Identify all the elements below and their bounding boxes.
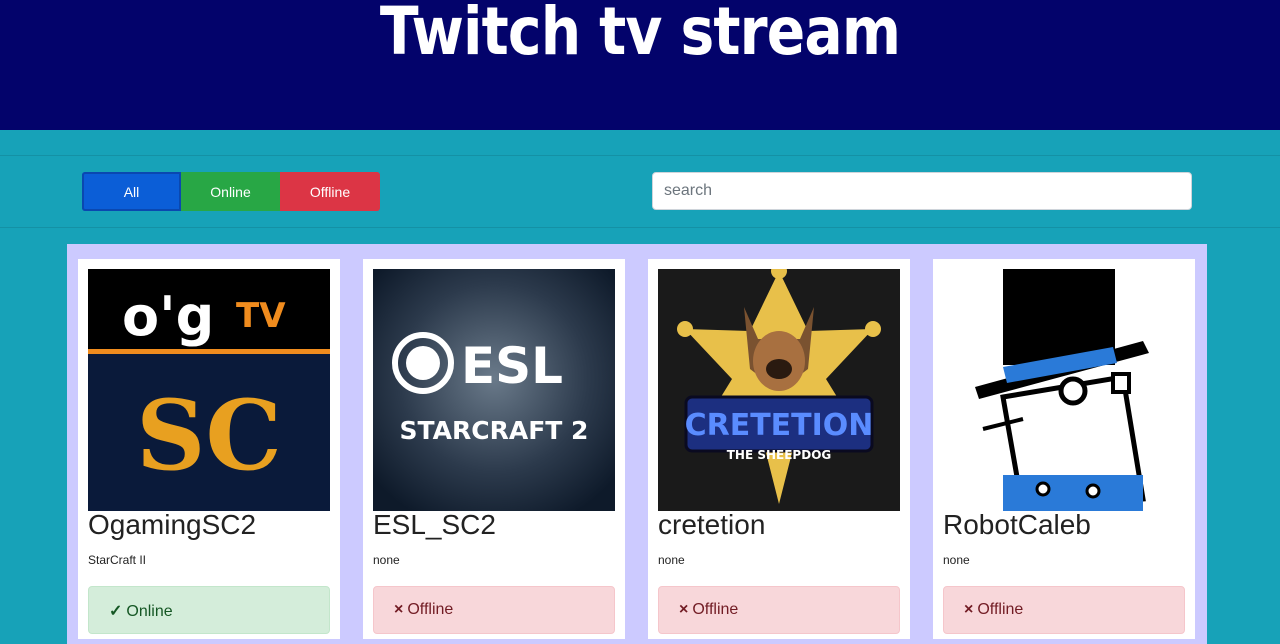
channel-game: none [943,553,970,567]
logo-text: ESL [461,337,563,395]
logo-text: STARCRAFT 2 [400,416,589,445]
status-badge: ✓ Online [88,586,330,634]
cross-icon: × [679,601,689,618]
status-badge: × Offline [373,586,615,634]
status-text: Online [126,603,173,620]
channel-card[interactable]: RobotCaleb none × Offline [933,259,1195,639]
filter-button-group: All Online Offline [82,172,380,211]
status-badge: × Offline [943,586,1185,634]
status-text: Offline [977,601,1024,618]
channel-logo[interactable]: CRETETION THE SHEEPDOG [658,269,900,511]
filter-all-button[interactable]: All [82,172,181,211]
divider [0,227,1280,228]
status-text: Offline [407,601,454,618]
check-icon: ✓ [109,603,123,620]
status-badge: × Offline [658,586,900,634]
channel-game: none [658,553,685,567]
channel-name[interactable]: OgamingSC2 [88,509,256,541]
channel-name[interactable]: cretetion [658,509,765,541]
logo-text: TV [236,296,286,336]
logo-text: CRETETION [685,408,874,443]
logo-text: THE SHEEPDOG [727,448,832,462]
logo-text: o'g [122,285,214,348]
channel-logo[interactable]: o'g TV SC [88,269,330,511]
logo-text: SC [136,379,282,492]
channel-name[interactable]: RobotCaleb [943,509,1091,541]
divider [0,155,1280,156]
channel-card[interactable]: CRETETION THE SHEEPDOG cretetion none × O… [648,259,910,639]
search-input[interactable] [652,172,1192,210]
cross-icon: × [394,601,404,618]
page-title: Twitch tv stream [379,0,901,70]
cross-icon: × [964,601,974,618]
page-header: Twitch tv stream [0,0,1280,130]
channel-game: StarCraft II [88,553,147,567]
channel-game: none [373,553,400,567]
channel-logo[interactable] [943,269,1185,511]
channel-logo[interactable]: ESL STARCRAFT 2 [373,269,615,511]
channel-name[interactable]: ESL_SC2 [373,509,496,541]
channel-card[interactable]: o'g TV SC OgamingSC2 StarCraft II ✓ Onlin… [78,259,340,639]
status-text: Offline [692,601,739,618]
filter-offline-button[interactable]: Offline [280,172,380,211]
filter-online-button[interactable]: Online [181,172,280,211]
channel-card[interactable]: ESL STARCRAFT 2 ESL_SC2 none × Offline [363,259,625,639]
